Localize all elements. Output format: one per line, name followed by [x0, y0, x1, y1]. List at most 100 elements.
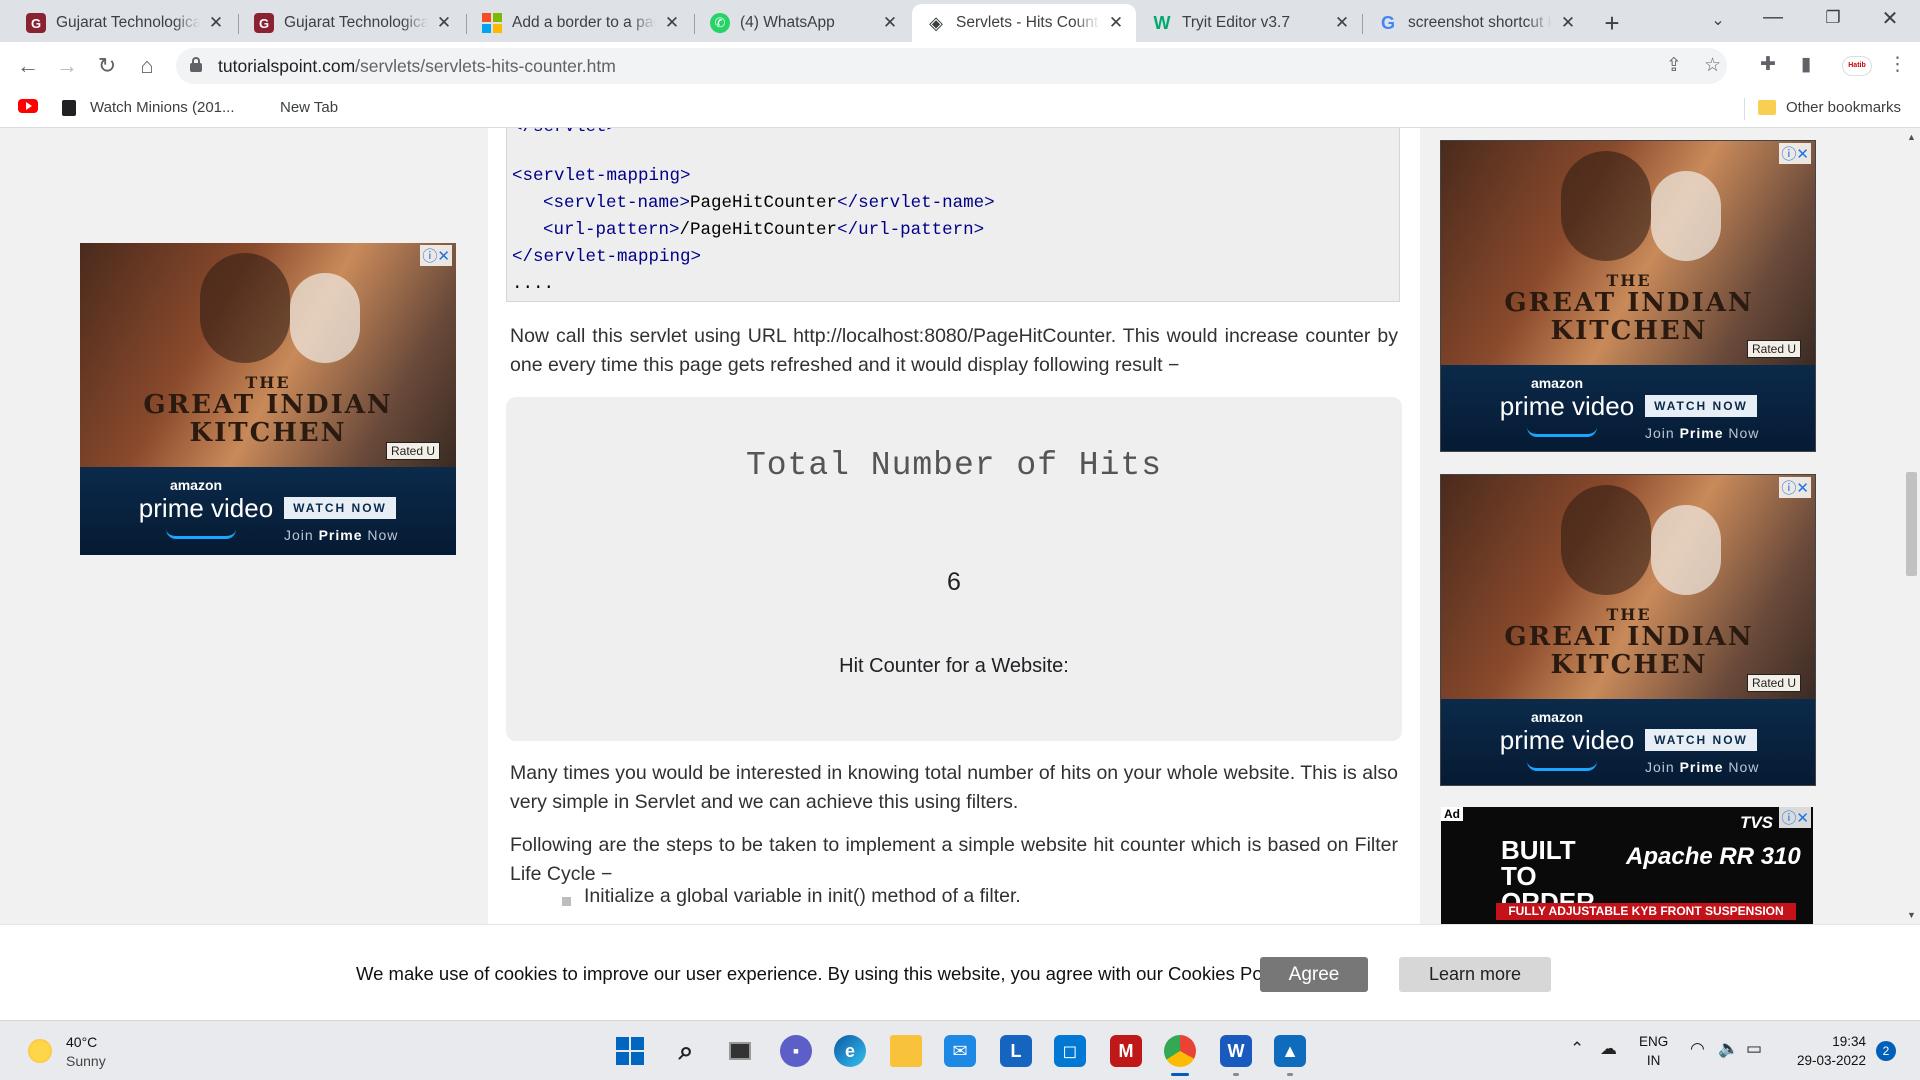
- home-icon[interactable]: ⌂: [131, 50, 163, 82]
- tab-gtu-1[interactable]: G Gujarat Technological ✕: [12, 4, 236, 42]
- bookmark-watch-minions[interactable]: Watch Minions (201...: [62, 99, 235, 116]
- paragraph-call-servlet: Now call this servlet using URL http://l…: [510, 325, 1398, 376]
- address-bar[interactable]: tutorialspoint.com/servlets/servlets-hit…: [176, 48, 1727, 84]
- photos-icon[interactable]: ▲: [1274, 1035, 1306, 1067]
- bookmark-youtube[interactable]: [18, 99, 46, 113]
- start-icon[interactable]: [614, 1035, 646, 1067]
- ad-choices-icon[interactable]: ⓘ✕: [1779, 143, 1811, 164]
- tab-search-icon[interactable]: ⌄: [1698, 10, 1738, 30]
- minimize-button[interactable]: —: [1753, 6, 1793, 29]
- clock[interactable]: 19:34 29-03-2022: [1782, 1032, 1866, 1070]
- weather-temperature[interactable]: 40°C: [66, 1034, 97, 1050]
- ad-right-prime-video-2[interactable]: THE GREAT INDIAN KITCHEN Rated U amazon …: [1440, 474, 1816, 786]
- sun-icon[interactable]: [28, 1039, 52, 1063]
- tab-screenshot-shortcut[interactable]: G screenshot shortcut key ✕: [1364, 4, 1588, 42]
- store-icon[interactable]: ◻: [1054, 1035, 1086, 1067]
- ad-right-prime-video-1[interactable]: THE GREAT INDIAN KITCHEN Rated U amazon …: [1440, 140, 1816, 452]
- other-bookmarks[interactable]: Other bookmarks: [1758, 99, 1901, 116]
- share-icon[interactable]: ⇪: [1666, 54, 1682, 77]
- ad-watch-now-button[interactable]: WATCH NOW: [1645, 729, 1757, 751]
- scroll-thumb[interactable]: [1906, 472, 1917, 576]
- cookie-text: We make use of cookies to improve our us…: [356, 963, 1294, 984]
- task-view-icon[interactable]: [724, 1035, 756, 1067]
- page-scrollbar[interactable]: ▲ ▼: [1903, 128, 1920, 924]
- ad-watch-now-button[interactable]: WATCH NOW: [1645, 395, 1757, 417]
- language-indicator[interactable]: ENG IN: [1639, 1032, 1668, 1070]
- bookmarks-bar: Watch Minions (201... New Tab Other book…: [0, 90, 1920, 128]
- bookmark-star-icon[interactable]: ☆: [1704, 54, 1721, 77]
- wifi-icon[interactable]: ◠: [1690, 1039, 1705, 1059]
- extensions-icon[interactable]: ✚: [1760, 53, 1776, 76]
- maximize-button[interactable]: ❐: [1813, 8, 1853, 28]
- word-icon[interactable]: W: [1220, 1035, 1252, 1067]
- folder-icon: [1758, 100, 1776, 115]
- ad-tvs-apache[interactable]: Ad TVS BUILT TO ORDER Apache RR 310 FULL…: [1441, 807, 1813, 924]
- tab-gtu-2[interactable]: G Gujarat Technological ✕: [240, 4, 464, 42]
- volume-icon[interactable]: 🔈: [1718, 1039, 1739, 1059]
- scroll-down-icon[interactable]: ▼: [1907, 910, 1916, 920]
- agree-button[interactable]: Agree: [1260, 957, 1368, 992]
- back-arrow-icon[interactable]: ←: [12, 50, 44, 82]
- ad-watch-now-button[interactable]: WATCH NOW: [284, 497, 396, 519]
- forward-arrow-icon[interactable]: →: [51, 50, 83, 82]
- notification-badge[interactable]: 2: [1876, 1041, 1896, 1061]
- tab-add-border[interactable]: Add a border to a page ✕: [468, 4, 692, 42]
- close-icon[interactable]: ✕: [1558, 13, 1578, 33]
- close-icon[interactable]: ✕: [206, 13, 226, 33]
- tab-separator: [238, 14, 239, 34]
- scroll-up-icon[interactable]: ▲: [1907, 132, 1916, 142]
- lock-icon[interactable]: [190, 57, 202, 73]
- close-icon[interactable]: ✕: [662, 13, 682, 33]
- url-text[interactable]: tutorialspoint.com/servlets/servlets-hit…: [218, 56, 616, 77]
- ad-title: GREAT INDIAN: [1504, 622, 1754, 652]
- new-tab-button[interactable]: +: [1597, 8, 1627, 39]
- reload-icon[interactable]: ↻: [91, 50, 123, 82]
- close-icon[interactable]: ✕: [1332, 13, 1352, 33]
- code-block: </servlet> <servlet-mapping> <servlet-na…: [506, 128, 1400, 302]
- chrome-icon[interactable]: [1164, 1035, 1196, 1067]
- tab-title: Add a border to a page: [512, 14, 656, 31]
- ad-brand: prime video: [1499, 391, 1635, 421]
- launcher-l-icon[interactable]: L: [1000, 1035, 1032, 1067]
- ad-choices-icon[interactable]: ⓘ✕: [1779, 477, 1811, 498]
- tab-title: Servlets - Hits Counter: [956, 14, 1100, 31]
- tab-title: Gujarat Technological: [56, 14, 200, 31]
- ad-banner: amazon prime video WATCH NOW Join Prime …: [1441, 365, 1815, 451]
- tab-separator: [694, 14, 695, 34]
- bookmark-new-tab[interactable]: New Tab: [280, 99, 338, 116]
- bullet-item: Initialize a global variable in init() m…: [584, 885, 1021, 907]
- ad-brand: prime video: [1499, 725, 1635, 755]
- onedrive-icon[interactable]: ☁: [1600, 1039, 1617, 1059]
- tab-tryit-editor[interactable]: W Tryit Editor v3.7 ✕: [1138, 4, 1362, 42]
- close-icon[interactable]: ✕: [434, 13, 454, 33]
- tab-servlets-hits-counter[interactable]: ◈ Servlets - Hits Counter ✕: [912, 4, 1136, 42]
- windows-taskbar: 40°C Sunny ⌕ ▪ e ✉ L ◻ M W ▲ ⌃ ☁ ENG IN ◠…: [0, 1020, 1920, 1080]
- side-panel-icon[interactable]: ▮: [1801, 53, 1811, 76]
- battery-icon[interactable]: ▭: [1746, 1039, 1762, 1059]
- chevron-up-icon[interactable]: ⌃: [1570, 1039, 1584, 1059]
- code-line: ....: [512, 274, 555, 294]
- ad-brand: amazon: [1530, 375, 1584, 391]
- menu-icon[interactable]: ⋮: [1888, 53, 1907, 76]
- learn-more-button[interactable]: Learn more: [1399, 957, 1551, 992]
- tab-title: screenshot shortcut key: [1408, 14, 1552, 31]
- tab-whatsapp[interactable]: ✆ (4) WhatsApp ✕: [696, 4, 910, 42]
- chat-icon[interactable]: ▪: [780, 1035, 812, 1067]
- profile-avatar[interactable]: Hatib: [1842, 56, 1872, 76]
- close-icon[interactable]: ✕: [1106, 13, 1126, 33]
- ad-choices-icon[interactable]: ⓘ✕: [1779, 807, 1811, 828]
- ad-model: Apache RR 310: [1626, 843, 1801, 870]
- search-icon[interactable]: ⌕: [670, 1035, 702, 1067]
- ad-brand: amazon: [1530, 709, 1584, 725]
- ad-choices-icon[interactable]: ⓘ✕: [420, 245, 452, 266]
- file-explorer-icon[interactable]: [890, 1035, 922, 1067]
- close-icon[interactable]: ✕: [880, 13, 900, 33]
- weather-description[interactable]: Sunny: [66, 1053, 106, 1069]
- mcafee-icon[interactable]: M: [1110, 1035, 1142, 1067]
- ad-left-prime-video[interactable]: THE GREAT INDIAN KITCHEN Rated U amazon …: [80, 243, 456, 555]
- tab-title: Tryit Editor v3.7: [1182, 14, 1290, 31]
- tab-title: (4) WhatsApp: [740, 14, 835, 31]
- mail-icon[interactable]: ✉: [944, 1035, 976, 1067]
- edge-icon[interactable]: e: [834, 1035, 866, 1067]
- close-window-button[interactable]: ✕: [1870, 6, 1910, 31]
